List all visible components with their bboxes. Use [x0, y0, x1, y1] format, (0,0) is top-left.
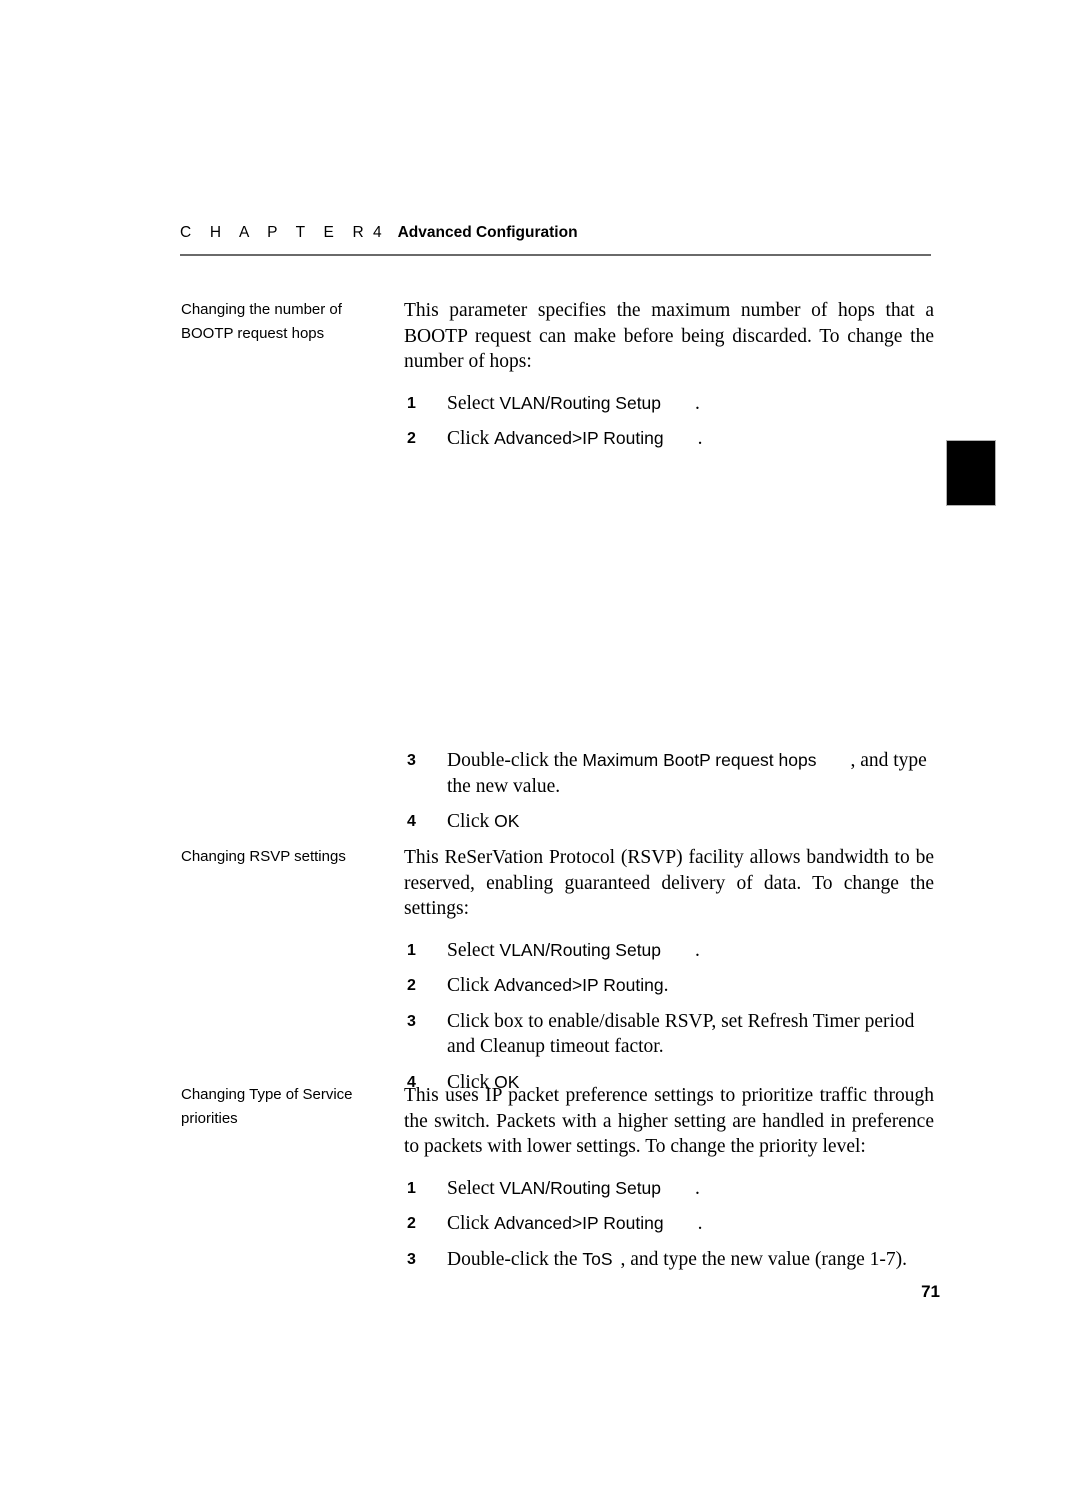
ui-element-name[interactable]: Advanced>IP Routing: [494, 1213, 663, 1233]
step-item: 2 Click Advanced>IP Routing.: [404, 1211, 934, 1237]
step-lead: Click: [447, 975, 495, 996]
section-body: This parameter specifies the maximum num…: [404, 298, 934, 452]
section-body: 3 Double-click the Maximum BootP request…: [404, 748, 934, 835]
ui-element-name[interactable]: VLAN/Routing Setup: [500, 393, 662, 413]
step-lead: Click: [447, 428, 495, 449]
chapter-title: Advanced Configuration: [397, 224, 578, 241]
ui-element-name[interactable]: ToS: [582, 1249, 612, 1269]
step-text: Double-click the Maximum BootP request h…: [447, 750, 927, 797]
step-number: 4: [407, 813, 416, 830]
step-tail: .: [695, 1177, 700, 1199]
step-item: 4 Click OK: [404, 809, 934, 835]
step-number: 1: [407, 394, 416, 412]
side-label-line: Changing RSVP settings: [181, 848, 346, 865]
ui-element-name[interactable]: VLAN/Routing Setup: [500, 1178, 662, 1198]
step-text: Select VLAN/Routing Setup.: [447, 940, 700, 961]
running-header: C H A P T E R 4 Advanced Configuration: [180, 224, 930, 250]
step-tail: .: [663, 975, 669, 996]
thumb-tab-marker: [946, 440, 996, 506]
page-number: 71: [921, 1282, 940, 1301]
ui-element-name[interactable]: Maximum BootP request hops: [582, 750, 816, 770]
section-side-label: Changing Type of Service priorities: [181, 1083, 396, 1130]
ui-element-name[interactable]: OK: [494, 811, 519, 831]
section-body: This ReSerVation Protocol (RSVP) facilit…: [404, 845, 934, 1095]
step-tail: , and type the new value (range 1-7).: [620, 1248, 907, 1270]
step-text: Select VLAN/Routing Setup.: [447, 1178, 700, 1199]
step-lead: Select: [447, 392, 500, 414]
chapter-word: C H A P T E R: [180, 224, 371, 241]
step-item: 1 Select VLAN/Routing Setup.: [404, 391, 934, 417]
side-label-line: Changing the number of: [181, 301, 342, 318]
side-label-line: Changing Type of Service: [181, 1086, 353, 1103]
step-tail: .: [695, 392, 700, 414]
step-tail: .: [697, 1213, 703, 1234]
ui-element-name[interactable]: Advanced>IP Routing: [494, 428, 663, 448]
document-page: C H A P T E R 4 Advanced Configuration C…: [0, 0, 1080, 1492]
step-number: 2: [407, 430, 416, 447]
step-text: Select VLAN/Routing Setup.: [447, 393, 700, 414]
step-item: 2 Click Advanced>IP Routing.: [404, 973, 934, 999]
section-body: This uses IP packet preference settings …: [404, 1083, 934, 1272]
ui-element-name[interactable]: Advanced>IP Routing: [494, 975, 663, 995]
step-number: 3: [407, 1012, 416, 1030]
step-text: Click box to enable/disable RSVP, set Re…: [447, 1010, 915, 1058]
header-divider: [180, 254, 931, 256]
section-paragraph: This ReSerVation Protocol (RSVP) facilit…: [404, 847, 934, 919]
step-lead: Select: [447, 939, 500, 961]
step-number: 3: [407, 752, 416, 769]
section-side-label: Changing RSVP settings: [181, 845, 396, 869]
step-lead: Double-click the: [447, 1248, 583, 1270]
step-number: 1: [407, 941, 416, 959]
step-text: Click Advanced>IP Routing.: [447, 975, 668, 996]
step-number: 1: [407, 1179, 416, 1197]
section-paragraph: This uses IP packet preference settings …: [404, 1085, 934, 1157]
step-lead: Select: [447, 1177, 500, 1199]
step-item: 3 Double-click the Maximum BootP request…: [404, 748, 934, 799]
step-item: 3 Click box to enable/disable RSVP, set …: [404, 1009, 934, 1060]
section-side-label: Changing the number of BOOTP request hop…: [181, 298, 396, 345]
side-label-line: BOOTP request hops: [181, 324, 325, 342]
step-number: 2: [407, 1215, 416, 1232]
step-number: 3: [407, 1250, 416, 1268]
step-tail: .: [695, 939, 700, 961]
chapter-number: 4: [372, 224, 382, 241]
step-text: Click Advanced>IP Routing.: [447, 1213, 702, 1234]
step-tail: .: [697, 428, 703, 449]
section-paragraph: This parameter specifies the maximum num…: [404, 300, 934, 372]
step-lead: Click: [447, 811, 495, 832]
step-text: Double-click the ToS , and type the new v…: [447, 1249, 907, 1270]
step-text: Click OK: [447, 811, 519, 832]
step-lead: Double-click the: [447, 750, 583, 771]
step-lead: Click: [447, 1213, 495, 1234]
step-item: 1 Select VLAN/Routing Setup.: [404, 938, 934, 964]
step-item: 2 Click Advanced>IP Routing.: [404, 426, 934, 452]
ui-element-name[interactable]: VLAN/Routing Setup: [500, 940, 662, 960]
side-label-line: priorities: [181, 1109, 238, 1127]
step-text: Click Advanced>IP Routing.: [447, 428, 702, 449]
step-item: 1 Select VLAN/Routing Setup.: [404, 1176, 934, 1202]
step-number: 2: [407, 977, 416, 994]
step-item: 3 Double-click the ToS , and type the new…: [404, 1247, 934, 1273]
